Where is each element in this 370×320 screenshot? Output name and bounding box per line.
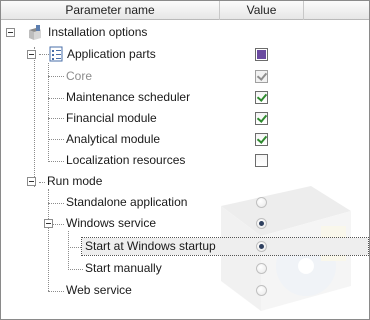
grid-header: Parameter name Value xyxy=(1,1,369,20)
installer-box-icon xyxy=(29,25,41,40)
tree-node-label: Windows service xyxy=(66,216,157,230)
tree-node-label: Installation options xyxy=(48,25,148,39)
collapse-toggle-icon[interactable] xyxy=(27,50,36,59)
tree-node-label: Localization resources xyxy=(66,153,186,167)
tree-node-label: Web service xyxy=(66,283,132,297)
tree-row-application-parts[interactable]: Application parts xyxy=(1,44,369,65)
tree-row-localization-resources[interactable]: Localization resources xyxy=(1,150,369,171)
web-service-radio[interactable] xyxy=(256,285,267,296)
tree-node-label: Analytical module xyxy=(66,132,161,146)
collapse-toggle-icon[interactable] xyxy=(27,177,36,186)
tree-node-label: Core xyxy=(66,69,93,83)
tree-row-standalone-application[interactable]: Standalone application xyxy=(1,192,369,213)
column-header-filler xyxy=(304,1,369,20)
financial-module-checkbox[interactable] xyxy=(255,112,268,125)
tree-node-label: Run mode xyxy=(47,174,103,188)
tree-node-label: Start manually xyxy=(85,261,162,275)
start-at-windows-startup-radio[interactable] xyxy=(256,241,267,252)
collapse-toggle-icon[interactable] xyxy=(44,219,53,228)
tree-row-start-manually[interactable]: Start manually xyxy=(1,258,369,279)
application-parts-checkbox[interactable] xyxy=(255,48,268,61)
windows-service-radio[interactable] xyxy=(256,218,267,229)
tree-row-analytical-module[interactable]: Analytical module xyxy=(1,129,369,150)
tree-row-web-service[interactable]: Web service xyxy=(1,280,369,301)
tree-node-label: Maintenance scheduler xyxy=(66,90,191,104)
tree-row-core[interactable]: Core xyxy=(1,66,369,87)
tree-node-label: Standalone application xyxy=(66,195,188,209)
tree-node-label: Start at Windows startup xyxy=(85,239,216,253)
parameter-tree-grid: Parameter name Value Installation option… xyxy=(0,0,370,320)
tree-row-maintenance-scheduler[interactable]: Maintenance scheduler xyxy=(1,87,369,108)
tree-node-label: Application parts xyxy=(67,47,156,61)
analytical-module-checkbox[interactable] xyxy=(255,133,268,146)
column-header-parameter-name[interactable]: Parameter name xyxy=(1,1,220,20)
tree-row-windows-service[interactable]: Windows service xyxy=(1,213,369,234)
core-checkbox xyxy=(255,70,268,83)
standalone-application-radio[interactable] xyxy=(256,197,267,208)
tree-row-financial-module[interactable]: Financial module xyxy=(1,108,369,129)
localization-resources-checkbox[interactable] xyxy=(255,154,268,167)
column-header-value[interactable]: Value xyxy=(220,1,304,20)
checklist-icon xyxy=(49,46,63,62)
tree-row-installation-options[interactable]: Installation options xyxy=(1,22,369,43)
collapse-toggle-icon[interactable] xyxy=(6,28,15,37)
start-manually-radio[interactable] xyxy=(256,263,267,274)
tree-row-run-mode[interactable]: Run mode xyxy=(1,171,369,192)
tree-node-label: Financial module xyxy=(66,111,157,125)
maintenance-scheduler-checkbox[interactable] xyxy=(255,91,268,104)
tree-row-start-at-windows-startup[interactable]: Start at Windows startup xyxy=(1,236,369,257)
